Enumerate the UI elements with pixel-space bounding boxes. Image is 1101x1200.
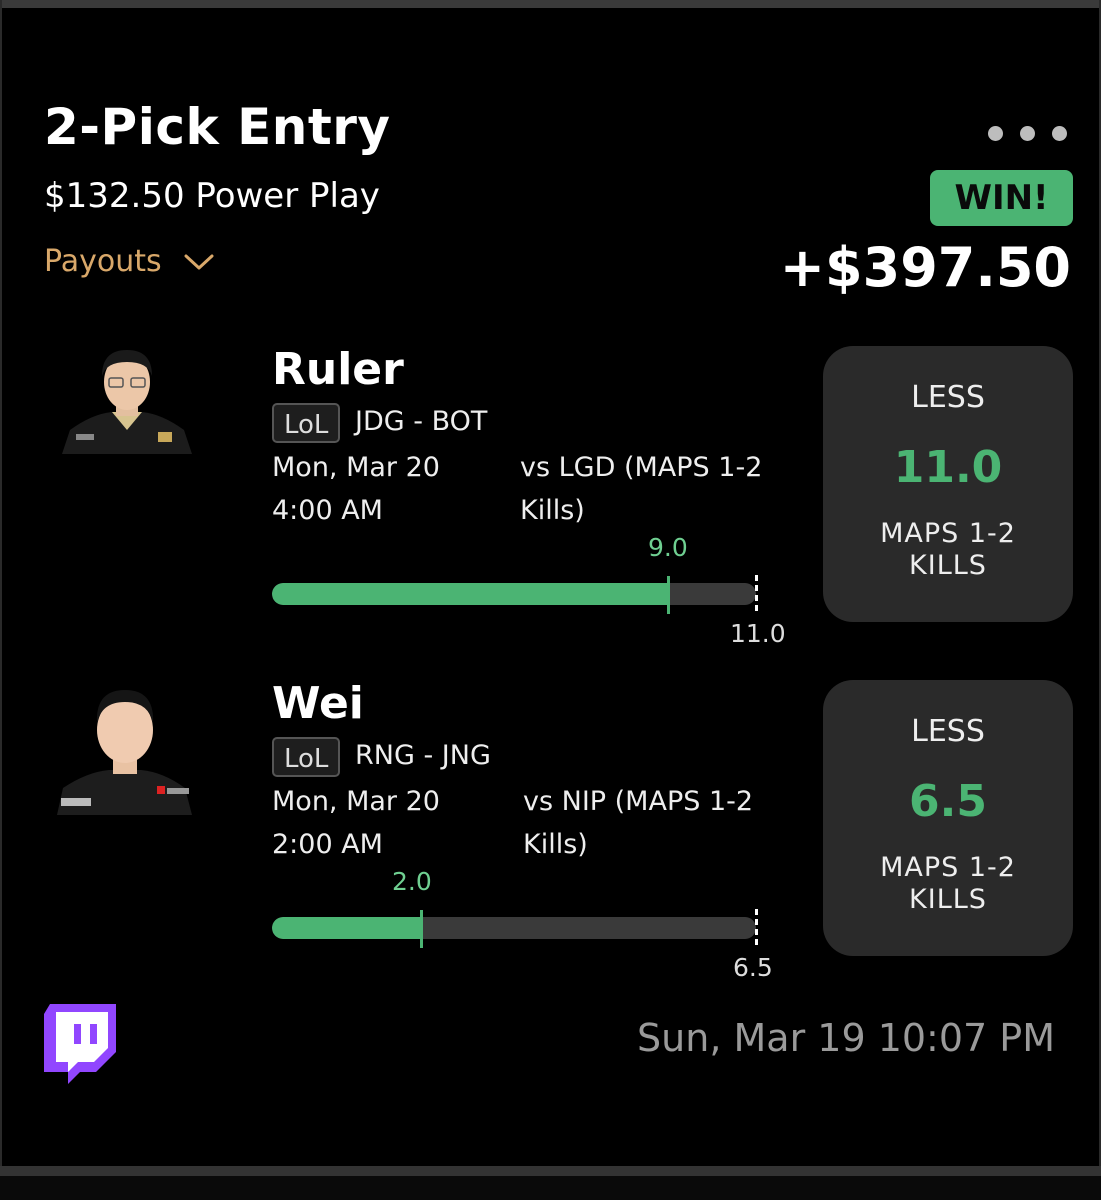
team-position: RNG - JNG <box>355 740 491 771</box>
progress-marker <box>420 910 424 948</box>
game-tag: LoL <box>272 403 341 443</box>
pick-direction: LESS <box>911 380 985 415</box>
projection-line: 11.0 <box>893 442 1003 493</box>
progress-track <box>272 583 756 605</box>
stat-type: MAPS 1-2 KILLS <box>880 518 1016 581</box>
player-avatar-wei <box>57 680 192 815</box>
projection-card[interactable]: LESS 11.0 MAPS 1-2 KILLS <box>823 346 1073 622</box>
game-schedule: Mon, Mar 20 4:00 AM <box>272 452 440 526</box>
matchup: vs NIP (MAPS 1-2 Kills) <box>523 786 754 860</box>
progress-fill <box>272 917 422 939</box>
progress-marker <box>666 576 670 614</box>
player-name: Ruler <box>272 344 404 395</box>
target-value-label: 11.0 <box>730 619 786 648</box>
target-line-marker <box>755 575 758 611</box>
game-schedule: Mon, Mar 20 2:00 AM <box>272 786 440 860</box>
matchup: vs LGD (MAPS 1-2 Kills) <box>520 452 763 526</box>
target-value-label: 6.5 <box>733 953 773 982</box>
player-avatar-ruler <box>62 344 192 454</box>
projection-card[interactable]: LESS 6.5 MAPS 1-2 KILLS <box>823 680 1073 956</box>
progress-fill <box>272 583 668 605</box>
stat-type: MAPS 1-2 KILLS <box>880 852 1016 915</box>
entry-timestamp: Sun, Mar 19 10:07 PM <box>637 1016 1055 1060</box>
current-value-label: 2.0 <box>392 867 432 896</box>
pick-direction: LESS <box>911 714 985 749</box>
projection-line: 6.5 <box>909 776 987 827</box>
current-value-label: 9.0 <box>648 533 688 562</box>
bottom-strip <box>0 1176 1101 1200</box>
twitch-icon[interactable] <box>44 1004 116 1086</box>
progress-track <box>272 917 756 939</box>
pick-card-wei: Wei LoL RNG - JNG Mon, Mar 20 2:00 AM vs… <box>0 0 1101 982</box>
team-position: JDG - BOT <box>355 406 488 437</box>
bottom-border <box>0 1166 1101 1176</box>
target-line-marker <box>755 909 758 945</box>
game-tag: LoL <box>272 737 341 777</box>
player-name: Wei <box>272 678 364 729</box>
